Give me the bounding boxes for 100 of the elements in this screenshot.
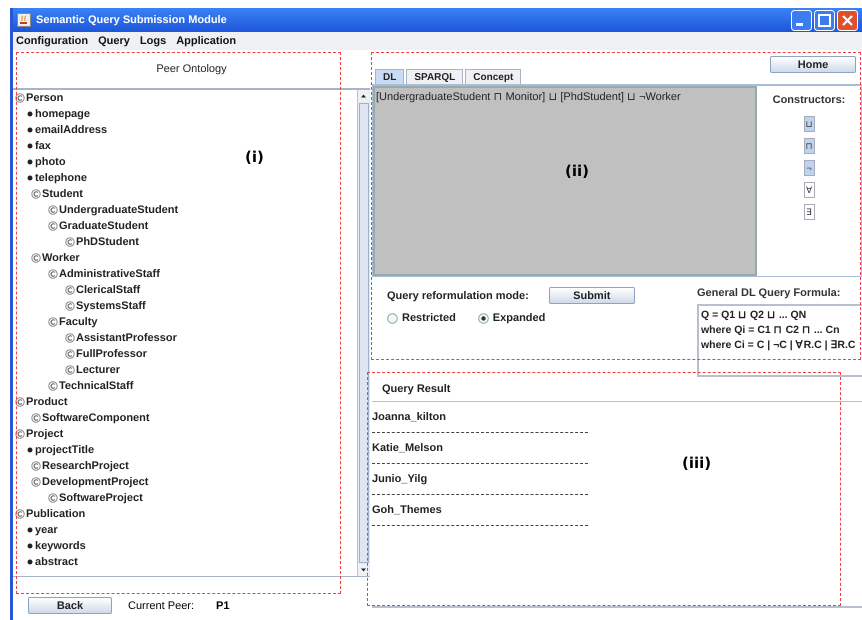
- bullet-icon: [27, 543, 33, 549]
- tree-item[interactable]: Product: [26, 396, 68, 408]
- tree-item[interactable]: Person: [26, 92, 64, 104]
- tree-item[interactable]: fax: [35, 140, 51, 152]
- menu-item[interactable]: Configuration: [16, 35, 88, 47]
- tab[interactable]: Concept: [465, 69, 522, 84]
- radio-option[interactable]: Restricted: [387, 312, 456, 324]
- formula-line: where Qi = C1 ⊓ C2 ⊓ ... Cn: [701, 323, 840, 338]
- class-icon: [15, 397, 25, 407]
- maximize-icon[interactable]: [814, 10, 835, 30]
- scroll-up-icon[interactable]: [358, 90, 369, 102]
- minimize-icon[interactable]: [791, 10, 812, 30]
- tree-item[interactable]: SoftwareProject: [59, 492, 143, 504]
- class-icon: [31, 477, 41, 487]
- annotation-label: (ii): [565, 162, 589, 180]
- constructor-button[interactable]: ∀: [804, 182, 814, 198]
- annotation-label: (iii): [682, 454, 712, 472]
- tree-item[interactable]: TechnicalStaff: [59, 380, 134, 392]
- class-icon: [48, 493, 58, 503]
- menu-item[interactable]: Application: [176, 35, 236, 47]
- class-icon: [48, 205, 58, 215]
- tree-item[interactable]: projectTitle: [35, 444, 94, 456]
- close-icon[interactable]: [837, 10, 858, 30]
- tree-item[interactable]: Lecturer: [76, 364, 120, 376]
- radio-label: Restricted: [402, 312, 456, 324]
- bullet-icon: [27, 559, 33, 565]
- tree-item[interactable]: abstract: [35, 556, 78, 568]
- tree-item[interactable]: FullProfessor: [76, 348, 147, 360]
- formula-line: where Ci = C | ¬C | ∀R.C | ∃R.C: [701, 338, 857, 353]
- class-icon: [15, 429, 25, 439]
- result-item[interactable]: Junio_Yilg: [372, 473, 428, 485]
- formula-line: Q = Q1 ⊔ Q2 ⊔ ... QN: [701, 308, 808, 323]
- current-peer-value: P1: [216, 600, 230, 612]
- tree-item[interactable]: AdministrativeStaff: [59, 268, 160, 280]
- bullet-icon: [27, 159, 33, 165]
- window-title: Semantic Query Submission Module: [36, 14, 228, 26]
- class-icon: [31, 413, 41, 423]
- radio-label: Expanded: [492, 312, 546, 324]
- class-icon: [15, 93, 25, 103]
- class-icon: [65, 237, 75, 247]
- class-icon: [65, 333, 75, 343]
- tree-item[interactable]: Student: [42, 188, 83, 200]
- tree-item[interactable]: Project: [26, 428, 64, 440]
- back-button[interactable]: Back: [28, 597, 112, 614]
- constructors-label: Constructors:: [772, 94, 846, 106]
- tab[interactable]: SPARQL: [406, 69, 464, 84]
- tree-item[interactable]: telephone: [35, 172, 87, 184]
- constructor-button[interactable]: ∃: [804, 204, 814, 220]
- class-icon: [65, 365, 75, 375]
- home-button[interactable]: Home: [770, 56, 856, 73]
- tree-item[interactable]: Faculty: [59, 316, 98, 328]
- scrollbar[interactable]: [357, 90, 370, 576]
- mode-label: Query reformulation mode:: [387, 290, 529, 302]
- tree-item[interactable]: DevelopmentProject: [42, 476, 148, 488]
- menu-item[interactable]: Logs: [140, 35, 166, 47]
- tree-item[interactable]: UndergraduateStudent: [59, 204, 178, 216]
- tree-item[interactable]: SystemsStaff: [76, 300, 146, 312]
- tree-item[interactable]: AssistantProfessor: [76, 332, 177, 344]
- result-item[interactable]: Katie_Melson: [372, 442, 443, 454]
- class-icon: [65, 285, 75, 295]
- tree-item[interactable]: SoftwareComponent: [42, 412, 150, 424]
- current-peer-label: Current Peer:: [128, 600, 194, 612]
- class-icon: [31, 253, 41, 263]
- tab[interactable]: DL: [375, 69, 404, 84]
- class-icon: [48, 381, 58, 391]
- radio-option[interactable]: Expanded: [478, 312, 546, 324]
- constructor-button[interactable]: ¬: [804, 160, 814, 176]
- app-icon: [17, 13, 31, 27]
- class-icon: [48, 221, 58, 231]
- class-icon: [31, 461, 41, 471]
- class-icon: [65, 301, 75, 311]
- bullet-icon: [27, 143, 33, 149]
- tree-item[interactable]: homepage: [35, 108, 90, 120]
- bullet-icon: [27, 527, 33, 533]
- tree-item[interactable]: emailAddress: [35, 124, 108, 136]
- result-title: Query Result: [382, 383, 450, 395]
- bullet-icon: [27, 111, 33, 117]
- result-item[interactable]: Joanna_kilton: [372, 411, 446, 423]
- tree-item[interactable]: PhDStudent: [76, 236, 139, 248]
- tree-item[interactable]: photo: [35, 156, 66, 168]
- menu-item[interactable]: Query: [98, 35, 130, 47]
- class-icon: [48, 269, 58, 279]
- tree-item[interactable]: ResearchProject: [42, 460, 129, 472]
- bullet-icon: [27, 175, 33, 181]
- annotation-label: (i): [245, 148, 264, 166]
- tree-item[interactable]: keywords: [35, 540, 86, 552]
- tree-item[interactable]: ClericalStaff: [76, 284, 140, 296]
- tree-item[interactable]: year: [35, 524, 58, 536]
- submit-button[interactable]: Submit: [548, 287, 635, 304]
- class-icon: [31, 189, 41, 199]
- constructor-button[interactable]: ⊓: [804, 138, 814, 154]
- result-item[interactable]: Goh_Themes: [372, 504, 442, 516]
- tree-item[interactable]: GraduateStudent: [59, 220, 148, 232]
- scroll-down-icon[interactable]: [358, 564, 369, 576]
- radio-icon[interactable]: [478, 312, 489, 324]
- constructor-button[interactable]: ⊔: [804, 116, 814, 132]
- radio-icon[interactable]: [387, 312, 398, 324]
- class-icon: [65, 349, 75, 359]
- tree-item[interactable]: Publication: [26, 508, 86, 520]
- tree-item[interactable]: Worker: [42, 252, 80, 264]
